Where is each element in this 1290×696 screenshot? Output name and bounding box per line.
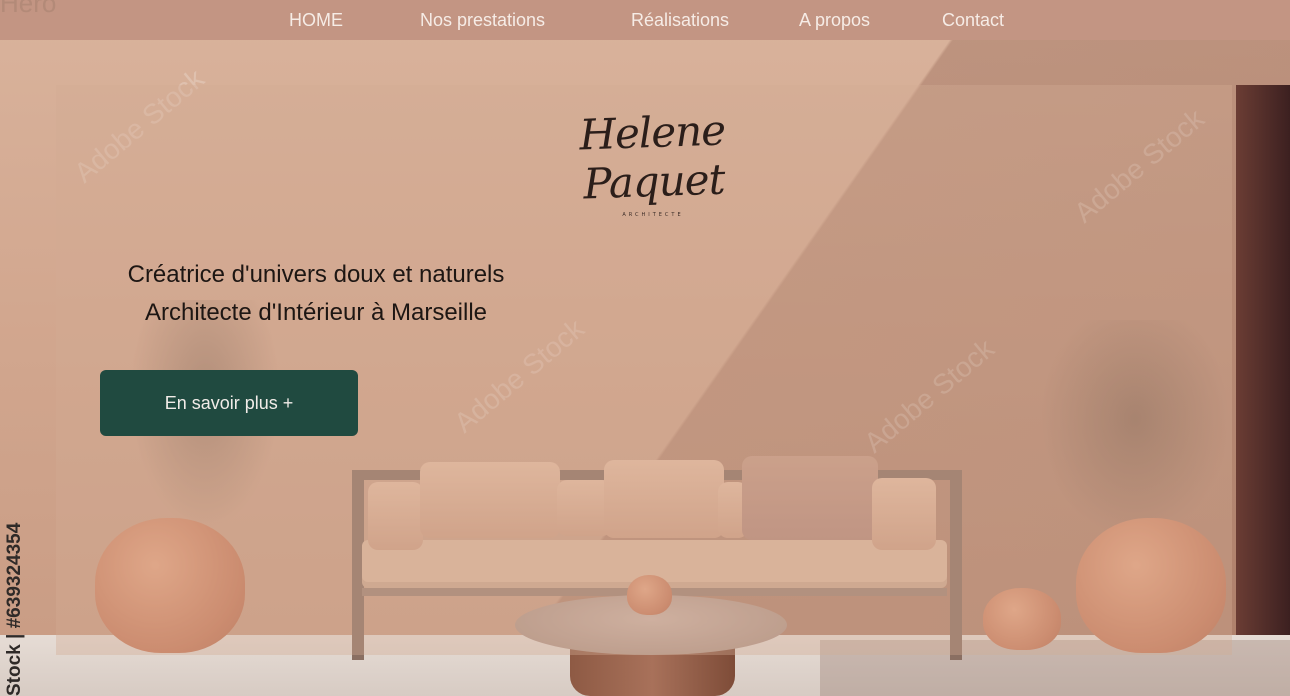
nav-home[interactable]: HOME bbox=[289, 10, 343, 31]
tagline-line-1: Créatrice d'univers doux et naturels bbox=[127, 261, 505, 288]
brand-logo[interactable]: Helene Paquet ARCHITECTE bbox=[538, 105, 768, 218]
doorway bbox=[1236, 85, 1290, 640]
tagline-line-2: Architecte d'Intérieur à Marseille bbox=[144, 299, 488, 326]
top-navigation: Hero HOME Nos prestations Réalisations A… bbox=[0, 0, 1290, 40]
hero-tagline: Créatrice d'univers doux et naturels Arc… bbox=[96, 256, 536, 332]
nav-a-propos[interactable]: A propos bbox=[799, 10, 870, 31]
logo-signature: Helene Paquet bbox=[578, 105, 726, 209]
stock-id-watermark: Stock | #639324354 bbox=[4, 522, 25, 696]
nav-prestations[interactable]: Nos prestations bbox=[420, 10, 545, 31]
brand-fragment: Hero bbox=[0, 0, 57, 18]
logo-subtitle: ARCHITECTE bbox=[622, 212, 684, 218]
nav-contact[interactable]: Contact bbox=[942, 10, 1004, 31]
learn-more-button[interactable]: En savoir plus + bbox=[100, 370, 358, 436]
nav-realisations[interactable]: Réalisations bbox=[631, 10, 729, 31]
